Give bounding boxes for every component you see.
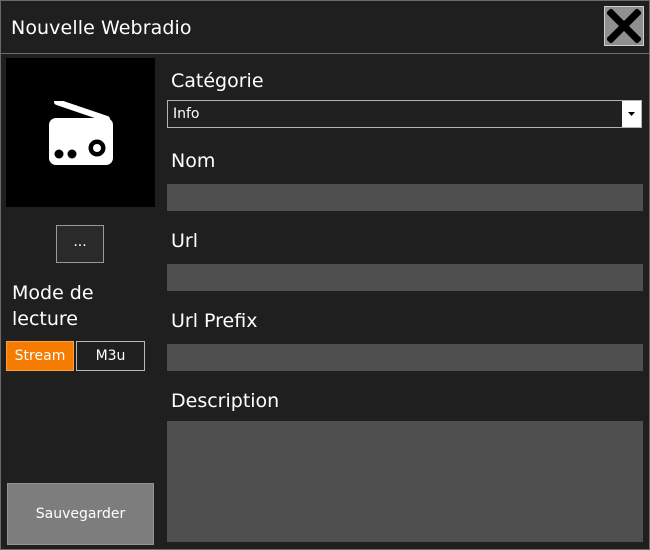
url-input[interactable] [167,264,643,291]
close-x-icon [607,9,641,43]
radio-icon [49,101,113,165]
title-bar: Nouvelle Webradio [1,1,649,54]
browse-image-button[interactable]: ... [56,225,104,263]
description-label: Description [171,390,280,412]
new-webradio-dialog: Nouvelle Webradio ... Mode de lecture St… [0,0,650,550]
mode-label: Mode de lecture [12,282,94,330]
url-prefix-label: Url Prefix [171,310,258,332]
name-input[interactable] [167,184,643,211]
dropdown-button[interactable] [622,101,641,127]
category-select[interactable]: Info [167,100,642,128]
mode-m3u-button[interactable]: M3u [76,341,145,371]
category-label: Catégorie [171,70,264,92]
chevron-down-icon [628,112,635,116]
description-textarea[interactable] [167,421,643,542]
url-label: Url [171,230,198,252]
mode-stream-button[interactable]: Stream [6,341,74,371]
url-prefix-input[interactable] [167,344,643,371]
dialog-title: Nouvelle Webradio [11,17,192,39]
name-label: Nom [171,150,216,172]
category-select-value: Info [173,106,200,122]
station-image [6,58,155,207]
save-button[interactable]: Sauvegarder [7,483,154,545]
close-button[interactable] [604,6,644,46]
